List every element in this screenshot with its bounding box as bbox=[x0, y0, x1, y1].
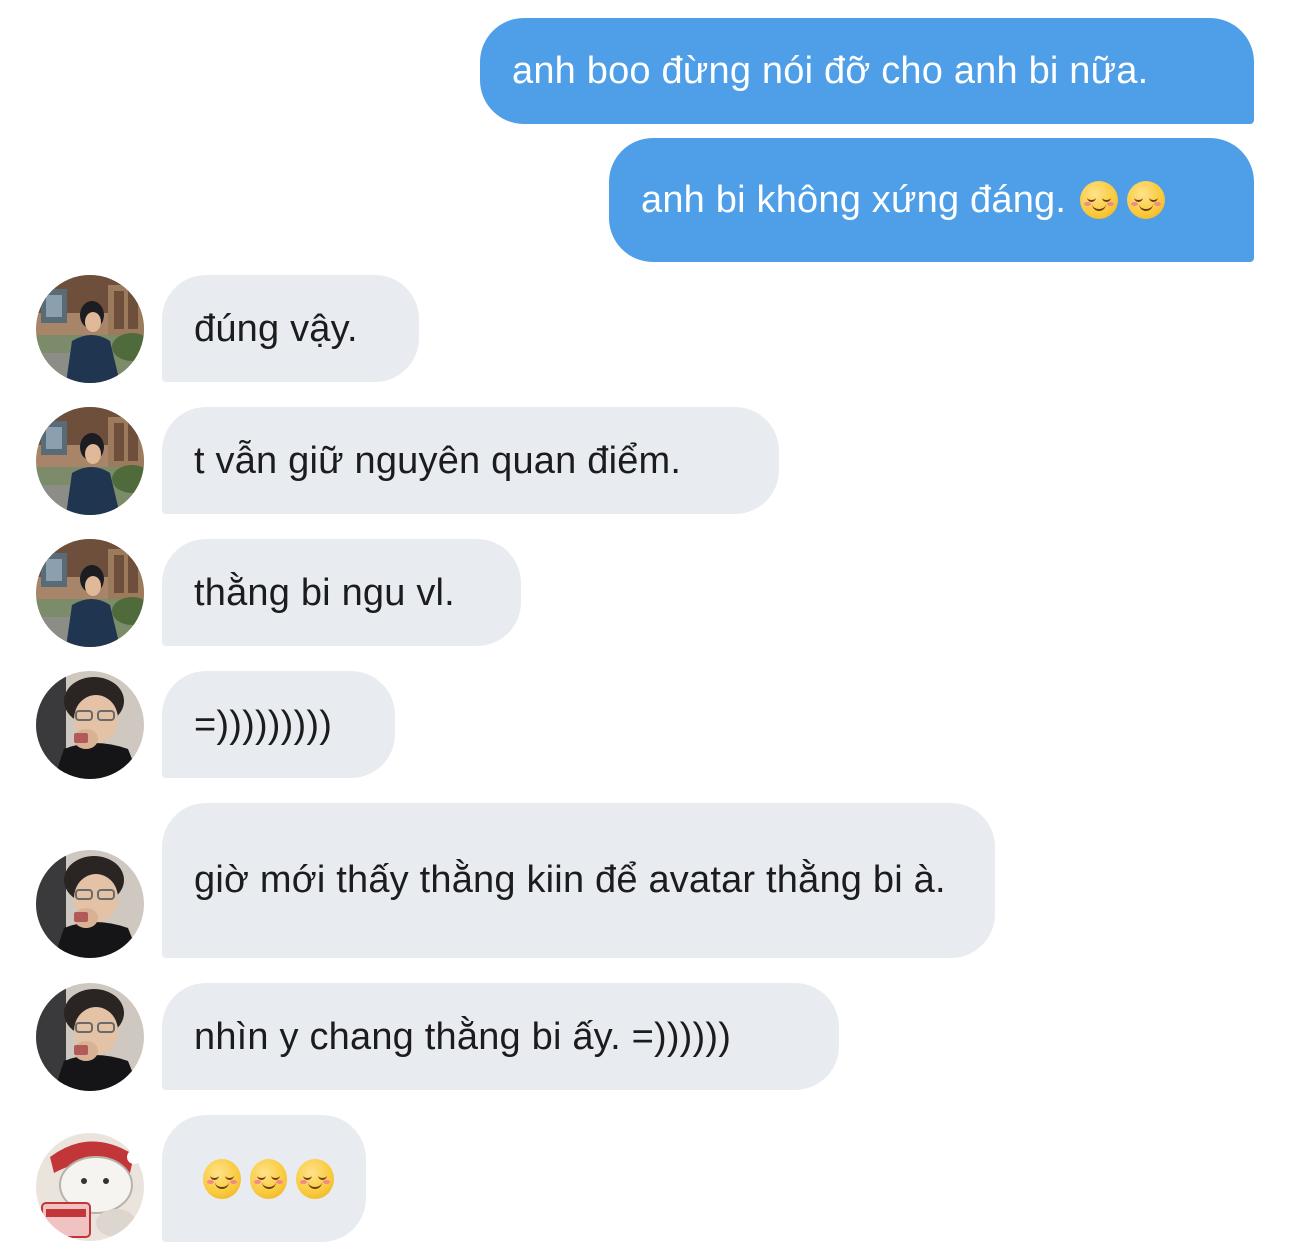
message-text: anh boo đừng nói đỡ cho anh bi nữa. bbox=[512, 50, 1149, 92]
avatar[interactable] bbox=[36, 983, 144, 1091]
message-bubble-incoming[interactable]: t vẫn giữ nguyên quan điểm. bbox=[162, 407, 779, 514]
avatar[interactable] bbox=[36, 850, 144, 958]
avatar[interactable] bbox=[36, 407, 144, 515]
message-text: đúng vậy. bbox=[194, 307, 358, 350]
avatar-1-image bbox=[36, 407, 144, 515]
smiling-face-icon bbox=[1127, 181, 1166, 219]
avatar-3-image bbox=[36, 1133, 144, 1241]
avatar-2-image bbox=[36, 983, 144, 1091]
message-text: =))))))))) bbox=[194, 703, 333, 746]
message-bubble-incoming[interactable] bbox=[162, 1115, 366, 1242]
message-bubble-outgoing[interactable]: anh boo đừng nói đỡ cho anh bi nữa. bbox=[480, 18, 1254, 124]
message-bubble-incoming[interactable]: đúng vậy. bbox=[162, 275, 419, 382]
message-bubble-incoming[interactable]: =))))))))) bbox=[162, 671, 395, 778]
avatar-1-image bbox=[36, 275, 144, 383]
avatar[interactable] bbox=[36, 671, 144, 779]
smiling-face-icon bbox=[296, 1158, 335, 1199]
message-bubble-incoming[interactable]: nhìn y chang thằng bi ấy. =)))))) bbox=[162, 983, 839, 1090]
message-bubble-outgoing[interactable]: anh bi không xứng đáng. bbox=[609, 138, 1254, 262]
avatar[interactable] bbox=[36, 275, 144, 383]
message-bubble-incoming[interactable]: thằng bi ngu vl. bbox=[162, 539, 521, 646]
smiling-face-icon bbox=[249, 1158, 288, 1199]
avatar[interactable] bbox=[36, 1133, 144, 1241]
message-text: t vẫn giữ nguyên quan điểm. bbox=[194, 439, 682, 482]
message-text: thằng bi ngu vl. bbox=[194, 571, 455, 614]
avatar[interactable] bbox=[36, 539, 144, 647]
message-bubble-incoming[interactable]: giờ mới thấy thằng kiin để avatar thằng … bbox=[162, 803, 995, 958]
message-text: giờ mới thấy thằng kiin để avatar thằng … bbox=[194, 859, 946, 901]
avatar-1-image bbox=[36, 539, 144, 647]
smiling-face-icon bbox=[1080, 181, 1119, 219]
avatar-2-image bbox=[36, 850, 144, 958]
smiling-face-icon bbox=[203, 1158, 241, 1199]
message-text: nhìn y chang thằng bi ấy. =)))))) bbox=[194, 1015, 732, 1058]
avatar-2-image bbox=[36, 671, 144, 779]
message-text: anh bi không xứng đáng. bbox=[641, 179, 1067, 221]
